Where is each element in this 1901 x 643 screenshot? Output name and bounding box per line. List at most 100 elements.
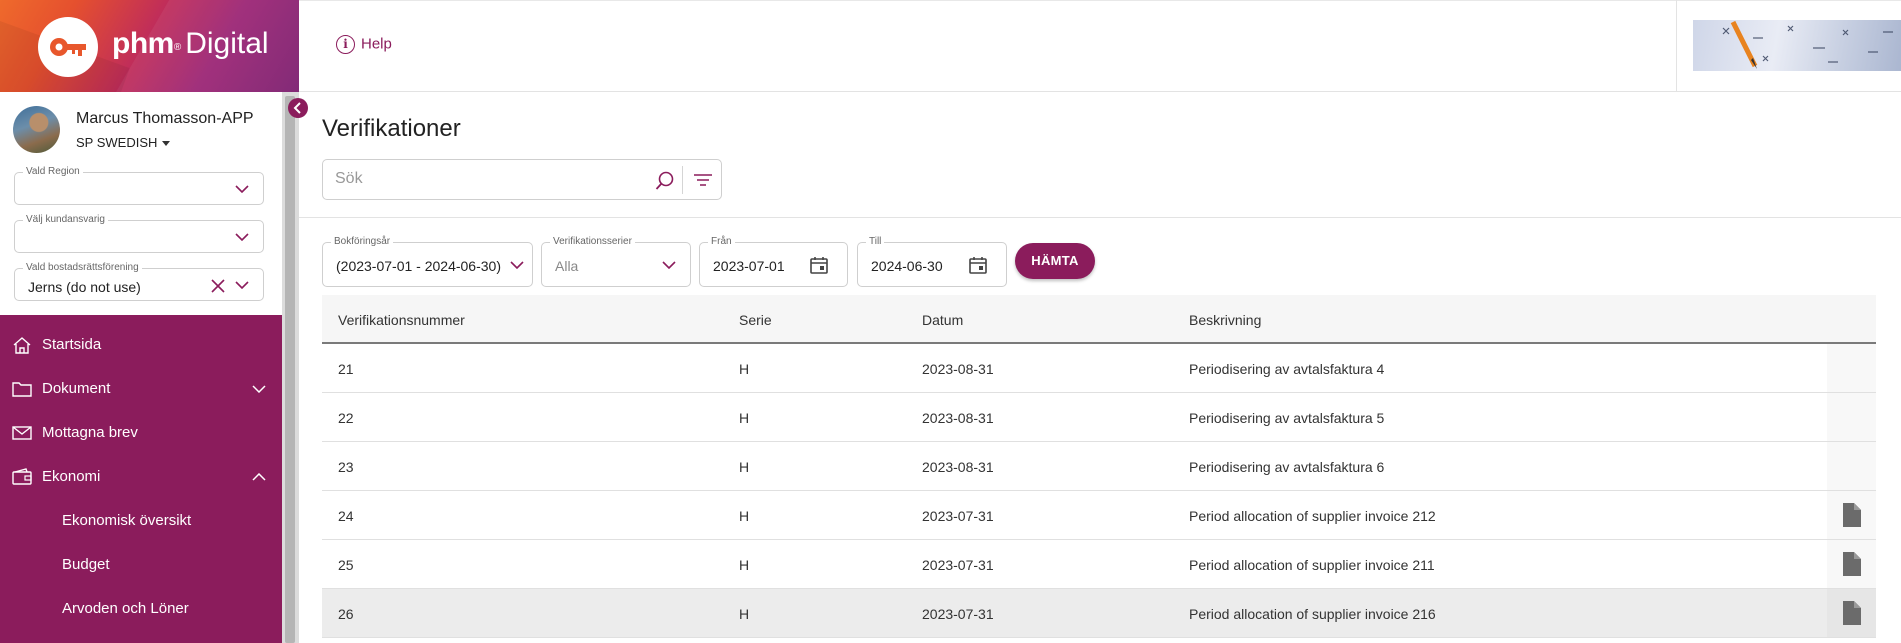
cell-date: 2023-07-31 — [922, 606, 994, 622]
brand-name: phm® Digital — [112, 27, 269, 60]
caret-down-icon — [162, 141, 171, 147]
chevron-down-icon — [252, 385, 266, 393]
cell-number: 25 — [338, 557, 354, 573]
document-icon[interactable] — [1843, 552, 1861, 576]
key-logo-icon — [38, 17, 98, 77]
from-date-field[interactable]: Från 2023-07-01 — [699, 236, 848, 287]
cell-series: H — [739, 606, 750, 622]
clear-icon[interactable] — [211, 279, 225, 293]
nav-subitem-label: Ekonomisk översikt — [62, 512, 192, 529]
chevron-down-icon — [662, 261, 676, 269]
cell-document — [1827, 589, 1876, 637]
cell-document — [1827, 540, 1876, 588]
to-date-label: Till — [866, 236, 885, 247]
help-link[interactable]: i Help — [336, 35, 392, 54]
chevron-down-icon — [235, 233, 249, 241]
brand-header[interactable]: phm® Digital — [0, 0, 299, 92]
organization-switcher[interactable]: SP SWEDISH — [76, 135, 171, 150]
nav-item-dokument[interactable]: Dokument — [0, 369, 282, 409]
cell-description: Period allocation of supplier invoice 21… — [1189, 606, 1436, 622]
info-circle-icon: i — [336, 35, 355, 54]
customer-manager-select[interactable]: Välj kundansvarig — [14, 214, 264, 253]
column-header-description[interactable]: Beskrivning — [1189, 312, 1261, 328]
cell-series: H — [739, 410, 750, 426]
cell-document — [1827, 442, 1876, 490]
section-divider — [299, 217, 1901, 218]
to-date-value: 2024-06-30 — [871, 258, 943, 274]
association-select-label: Vald bostadsrättsförening — [23, 262, 142, 273]
column-header-date[interactable]: Datum — [922, 312, 963, 328]
cell-series: H — [739, 557, 750, 573]
region-select-label: Vald Region — [23, 166, 83, 177]
cell-description: Periodisering av avtalsfaktura 6 — [1189, 459, 1385, 475]
table-row[interactable]: 26 H 2023-07-31 Period allocation of sup… — [322, 589, 1876, 638]
to-date-field[interactable]: Till 2024-06-30 — [857, 236, 1007, 287]
scrollbar-thumb[interactable] — [285, 96, 295, 643]
cell-series: H — [739, 508, 750, 524]
cell-series: H — [739, 459, 750, 475]
header-banner — [1676, 0, 1901, 92]
chevron-down-icon — [235, 281, 249, 289]
association-select[interactable]: Vald bostadsrättsförening Jerns (do not … — [14, 262, 264, 301]
document-icon[interactable] — [1843, 503, 1861, 527]
fiscal-year-value: (2023-07-01 - 2024-06-30) — [336, 258, 501, 274]
nav-item-label: Dokument — [42, 380, 111, 397]
search-divider — [682, 166, 683, 194]
cell-description: Periodisering av avtalsfaktura 5 — [1189, 410, 1385, 426]
table-row[interactable]: 21 H 2023-08-31 Periodisering av avtalsf… — [322, 344, 1876, 393]
avatar[interactable] — [13, 106, 60, 153]
collapse-sidebar-button[interactable] — [288, 98, 308, 118]
calendar-icon[interactable] — [968, 255, 988, 275]
organization-name: SP SWEDISH — [76, 135, 158, 150]
table-row[interactable]: 22 H 2023-08-31 Periodisering av avtalsf… — [322, 393, 1876, 442]
column-header-series[interactable]: Serie — [739, 312, 772, 328]
cell-date: 2023-07-31 — [922, 557, 994, 573]
home-icon — [13, 337, 31, 354]
chevron-left-icon — [293, 102, 301, 114]
nav-subitem-budget[interactable]: Budget — [0, 545, 282, 585]
sidebar-scrollbar[interactable] — [282, 92, 299, 643]
nav-item-label: Startsida — [42, 336, 102, 353]
nav-item-startsida[interactable]: Startsida — [0, 325, 282, 365]
nav-subitem-label: Budget — [62, 556, 110, 573]
cell-date: 2023-08-31 — [922, 459, 994, 475]
mail-icon — [12, 426, 32, 440]
cell-number: 26 — [338, 606, 354, 622]
column-header-number[interactable]: Verifikationsnummer — [338, 312, 465, 328]
nav-subitem-arvoden-och-loner[interactable]: Arvoden och Löner — [0, 589, 282, 629]
chevron-down-icon — [510, 261, 524, 269]
cell-description: Periodisering av avtalsfaktura 4 — [1189, 361, 1385, 377]
calendar-icon[interactable] — [809, 255, 829, 275]
series-select[interactable]: Verifikationsserier Alla — [541, 236, 691, 287]
help-label: Help — [361, 35, 392, 53]
cell-number: 22 — [338, 410, 354, 426]
table-row[interactable]: 24 H 2023-07-31 Period allocation of sup… — [322, 491, 1876, 540]
from-date-value: 2023-07-01 — [713, 258, 785, 274]
table-row[interactable]: 23 H 2023-08-31 Periodisering av avtalsf… — [322, 442, 1876, 491]
filter-icon[interactable] — [693, 172, 713, 188]
banner-image — [1693, 20, 1901, 71]
nav-item-mottagna-brev[interactable]: Mottagna brev — [0, 413, 282, 453]
nav-item-label: Mottagna brev — [42, 424, 138, 441]
cell-description: Period allocation of supplier invoice 21… — [1189, 557, 1435, 573]
search-input[interactable] — [335, 170, 635, 188]
cell-document — [1827, 344, 1876, 392]
nav-subitem-label: Arvoden och Löner — [62, 600, 189, 617]
chevron-down-icon — [235, 185, 249, 193]
fiscal-year-select[interactable]: Bokföringsår (2023-07-01 - 2024-06-30) — [322, 236, 533, 287]
nav-subitem-ekonomisk-oversikt[interactable]: Ekonomisk översikt — [0, 501, 282, 541]
table-row[interactable]: 25 H 2023-07-31 Period allocation of sup… — [322, 540, 1876, 589]
cell-date: 2023-07-31 — [922, 508, 994, 524]
main-navigation: Startsida Dokument Mottagna brev Ekonomi… — [0, 315, 282, 643]
region-select[interactable]: Vald Region — [14, 166, 264, 205]
user-name: Marcus Thomasson-APP — [76, 110, 254, 127]
search-icon[interactable] — [655, 171, 675, 191]
document-icon[interactable] — [1843, 601, 1861, 625]
folder-icon — [12, 382, 32, 397]
fetch-button[interactable]: HÄMTA — [1015, 243, 1095, 279]
cell-number: 24 — [338, 508, 354, 524]
nav-item-ekonomi[interactable]: Ekonomi — [0, 457, 282, 497]
fiscal-year-label: Bokföringsår — [331, 236, 394, 247]
cell-date: 2023-08-31 — [922, 361, 994, 377]
chevron-up-icon — [252, 473, 266, 481]
